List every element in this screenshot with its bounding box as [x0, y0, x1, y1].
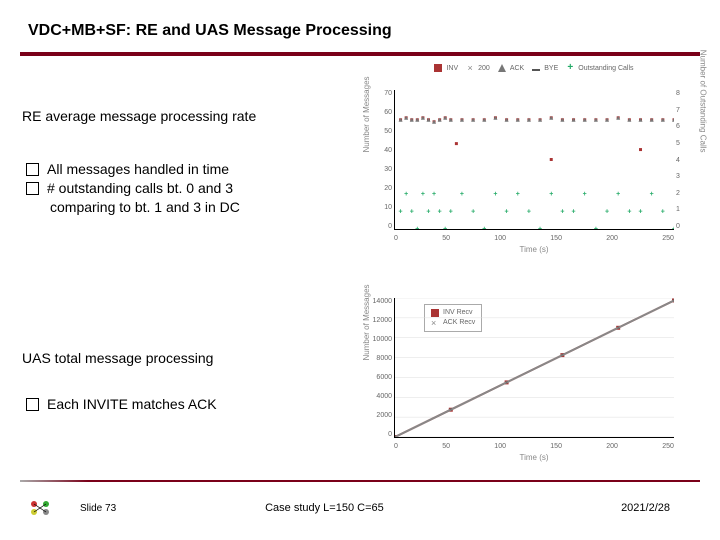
svg-text:+: +: [505, 209, 509, 216]
svg-text:+: +: [661, 209, 665, 216]
svg-text:+: +: [527, 209, 531, 216]
svg-text:+: +: [415, 226, 419, 229]
slide-number: Slide 73: [80, 503, 116, 514]
svg-text:×: ×: [449, 408, 453, 414]
svg-text:+: +: [672, 226, 674, 229]
page-title: VDC+MB+SF: RE and UAS Message Processing: [28, 22, 392, 40]
bullet-text: Each INVITE matches ACK: [47, 395, 217, 414]
svg-text:+: +: [560, 209, 564, 216]
plot-area: ××××××××××××××××××××××××××××××++++++++++…: [394, 90, 674, 230]
svg-text:+: +: [432, 191, 436, 198]
x-axis-label: Time (s): [519, 245, 548, 254]
footer: Slide 73 Case study L=150 C=65 2021/2/28: [20, 480, 700, 518]
svg-text:+: +: [549, 191, 553, 198]
slide: VDC+MB+SF: RE and UAS Message Processing…: [0, 0, 720, 540]
svg-text:+: +: [516, 191, 520, 198]
case-study-label: Case study L=150 C=65: [265, 502, 384, 514]
bullet-text: comparing to bt. 1 and 3 in DC: [50, 198, 240, 217]
bullet-text: # outstanding calls bt. 0 and 3: [47, 179, 233, 198]
svg-text:+: +: [410, 209, 414, 216]
section-uas-bullets: Each INVITE matches ACK: [22, 395, 342, 414]
svg-text:+: +: [482, 226, 486, 229]
section-re-bullets: All messages handled in time # outstandi…: [22, 160, 342, 217]
bullet-icon: [26, 163, 39, 176]
svg-text:×: ×: [505, 380, 509, 386]
svg-text:+: +: [460, 191, 464, 198]
chart-svg: ××××××: [395, 298, 674, 437]
svg-text:+: +: [638, 209, 642, 216]
x-axis-label: Time (s): [519, 453, 548, 462]
svg-text:+: +: [449, 209, 453, 216]
y2-ticks: 012345678: [676, 90, 690, 230]
svg-text:+: +: [438, 209, 442, 216]
svg-text:+: +: [471, 209, 475, 216]
svg-text:+: +: [616, 191, 620, 198]
svg-text:+: +: [538, 226, 542, 229]
svg-text:×: ×: [561, 353, 565, 359]
svg-text:+: +: [399, 209, 403, 216]
svg-text:+: +: [572, 209, 576, 216]
y-ticks: 02000400060008000100001200014000: [378, 298, 392, 438]
logo-icon: [28, 500, 52, 516]
svg-text:+: +: [594, 226, 598, 229]
svg-text:+: +: [426, 209, 430, 216]
y-axis-label: Number of Messages: [362, 284, 371, 360]
svg-text:+: +: [627, 209, 631, 216]
svg-text:+: +: [404, 191, 408, 198]
chart-re-rate: INV ×200 ACK BYE +Outstanding Calls Numb…: [364, 62, 704, 252]
svg-text:+: +: [493, 191, 497, 198]
svg-text:+: +: [650, 191, 654, 198]
chart-legend: INV ×200 ACK BYE +Outstanding Calls: [394, 64, 674, 72]
footer-rule: [20, 480, 700, 482]
x-ticks: 050100150200250: [394, 443, 674, 450]
bullet-text: All messages handled in time: [47, 160, 229, 179]
chart-svg: ××××××××××××××××××××××××××××××++++++++++…: [395, 90, 674, 229]
x-ticks: 050100150200250: [394, 235, 674, 242]
y-ticks: 010203040506070: [378, 90, 392, 230]
svg-text:+: +: [605, 209, 609, 216]
bullet-icon: [26, 398, 39, 411]
plot-area: ××××××: [394, 298, 674, 438]
svg-text:+: +: [421, 191, 425, 198]
y-axis-label: Number of Messages: [362, 76, 371, 152]
title-rule: [20, 52, 700, 56]
date-label: 2021/2/28: [621, 502, 670, 514]
chart-uas-total: INV Recv ×ACK Recv Number of Messages Ti…: [364, 270, 704, 460]
svg-text:+: +: [443, 226, 447, 229]
svg-text:×: ×: [616, 326, 620, 332]
bullet-icon: [26, 182, 39, 195]
svg-text:+: +: [583, 191, 587, 198]
y2-axis-label: Number of Outstanding Calls: [699, 50, 708, 153]
section-uas-heading: UAS total message processing: [22, 350, 342, 366]
svg-text:×: ×: [672, 298, 674, 304]
section-re-heading: RE average message processing rate: [22, 108, 342, 124]
